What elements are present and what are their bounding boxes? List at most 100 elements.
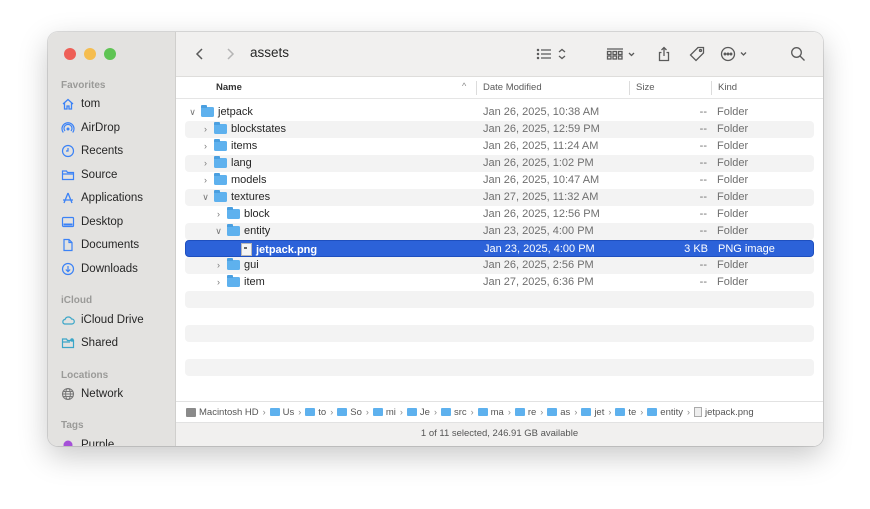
- path-segment[interactable]: re: [514, 406, 537, 418]
- column-size[interactable]: Size: [636, 82, 654, 93]
- sidebar-item-label: iCloud Drive: [81, 314, 144, 326]
- maximize-button[interactable]: [104, 48, 116, 60]
- sidebar-item-label: Shared: [81, 337, 119, 349]
- file-size: --: [699, 174, 707, 186]
- file-row[interactable]: › gui Jan 26, 2025, 2:56 PM -- Folder: [185, 257, 814, 274]
- path-segment[interactable]: as: [547, 407, 570, 418]
- sidebar-item-source[interactable]: Source: [61, 165, 117, 185]
- disclosure-collapsed-icon[interactable]: ›: [201, 124, 210, 134]
- file-kind: Folder: [717, 276, 749, 288]
- file-kind: Folder: [717, 208, 749, 220]
- file-row[interactable]: › lang Jan 26, 2025, 1:02 PM -- Folder: [185, 155, 814, 172]
- document-icon: [61, 238, 75, 252]
- disk-icon: [186, 407, 196, 417]
- forward-button[interactable]: [220, 44, 240, 64]
- traffic-lights: [64, 48, 116, 60]
- sidebar-item-label: AirDrop: [81, 122, 120, 134]
- sidebar-item-airdrop[interactable]: AirDrop: [61, 118, 120, 138]
- desktop-icon: [61, 215, 75, 229]
- file-row[interactable]: ∨ textures Jan 27, 2025, 11:32 AM -- Folder: [185, 189, 814, 206]
- sidebar-item-label: Desktop: [81, 216, 124, 228]
- path-segment-label: te: [628, 406, 637, 418]
- search-button[interactable]: [788, 44, 808, 64]
- sidebar-item-desktop[interactable]: Desktop: [61, 212, 123, 232]
- path-segment[interactable]: mi: [372, 407, 396, 418]
- path-segment[interactable]: te: [615, 407, 636, 418]
- path-segment[interactable]: ma: [477, 407, 504, 418]
- path-segment[interactable]: So: [337, 407, 362, 418]
- path-segment[interactable]: jetpack.png: [694, 407, 754, 418]
- file-row[interactable]: ∨ entity Jan 23, 2025, 4:00 PM -- Folder: [185, 223, 814, 240]
- disclosure-expanded-icon[interactable]: ∨: [214, 226, 223, 237]
- column-kind[interactable]: Kind: [718, 82, 737, 93]
- disclosure-expanded-icon[interactable]: ∨: [201, 192, 210, 203]
- column-date-modified[interactable]: Date Modified: [483, 82, 542, 93]
- disclosure-collapsed-icon[interactable]: ›: [214, 277, 223, 287]
- folder-icon: [201, 105, 214, 117]
- view-options-button[interactable]: [536, 44, 570, 64]
- list-view-icon: [536, 48, 566, 60]
- disclosure-collapsed-icon[interactable]: ›: [201, 175, 210, 185]
- sidebar-item-recents[interactable]: Recents: [61, 141, 123, 161]
- path-segment[interactable]: entity: [647, 407, 683, 418]
- globe-icon: [61, 387, 75, 401]
- sidebar-item-downloads[interactable]: Downloads: [61, 259, 138, 279]
- more-actions-button[interactable]: [720, 44, 754, 64]
- file-row[interactable]: › items Jan 26, 2025, 11:24 AM -- Folder: [185, 138, 814, 155]
- path-segment-label: entity: [660, 406, 684, 418]
- file-row[interactable]: › block Jan 26, 2025, 12:56 PM -- Folder: [185, 206, 814, 223]
- sidebar-item-documents[interactable]: Documents: [61, 235, 139, 255]
- file-size: --: [699, 276, 707, 288]
- path-separator-icon: ›: [574, 407, 578, 417]
- path-separator-icon: ›: [298, 407, 302, 417]
- sidebar-item-network[interactable]: Network: [61, 384, 123, 404]
- disclosure-collapsed-icon[interactable]: ›: [201, 158, 210, 168]
- disclosure-expanded-icon[interactable]: ∨: [188, 107, 197, 118]
- column-divider[interactable]: [476, 81, 477, 95]
- column-header: Name ^ Date Modified Size Kind: [176, 77, 823, 99]
- tag-button[interactable]: [686, 44, 708, 64]
- file-kind: Folder: [717, 123, 749, 135]
- file-row[interactable]: › item Jan 27, 2025, 6:36 PM -- Folder: [185, 274, 814, 291]
- close-button[interactable]: [64, 48, 76, 60]
- file-row[interactable]: › models Jan 26, 2025, 10:47 AM -- Folder: [185, 172, 814, 189]
- path-segment[interactable]: to: [305, 407, 326, 418]
- folder-icon: [547, 408, 558, 416]
- window-title: assets: [250, 45, 290, 60]
- back-button[interactable]: [190, 44, 210, 64]
- disclosure-collapsed-icon[interactable]: ›: [214, 260, 223, 270]
- file-row[interactable]: ∨ jetpack Jan 26, 2025, 10:38 AM -- Folder: [185, 104, 814, 121]
- file-row[interactable]: jetpack.png Jan 23, 2025, 4:00 PM 3 KB PNG …: [185, 240, 814, 257]
- column-divider[interactable]: [629, 81, 630, 95]
- column-divider[interactable]: [711, 81, 712, 95]
- path-segment[interactable]: jet: [581, 407, 604, 418]
- sidebar-section-icloud: iCloud: [61, 295, 93, 306]
- disclosure-collapsed-icon[interactable]: ›: [214, 209, 223, 219]
- group-button[interactable]: [606, 44, 640, 64]
- share-button[interactable]: [654, 44, 674, 64]
- column-name[interactable]: Name: [216, 82, 242, 93]
- path-segment[interactable]: src: [440, 407, 467, 418]
- empty-row: [185, 342, 814, 359]
- sidebar-section-tags: Tags: [61, 420, 84, 431]
- path-segment[interactable]: Macintosh HD: [186, 407, 259, 418]
- sidebar-item-icloud-drive[interactable]: iCloud Drive: [61, 310, 144, 330]
- folder-icon: [647, 408, 658, 416]
- minimize-button[interactable]: [84, 48, 96, 60]
- file-name: gui: [244, 259, 259, 271]
- file-kind: Folder: [717, 225, 749, 237]
- sidebar-item-tom[interactable]: tom: [61, 94, 100, 114]
- empty-row: [185, 325, 814, 342]
- sidebar-item-label: Network: [81, 388, 124, 400]
- empty-row: [185, 376, 814, 393]
- path-segment[interactable]: Je: [406, 407, 430, 418]
- sidebar-item-shared[interactable]: Shared: [61, 333, 118, 353]
- path-segment-label: re: [527, 406, 537, 418]
- back-icon: [195, 48, 203, 60]
- disclosure-collapsed-icon[interactable]: ›: [201, 141, 210, 151]
- path-segment[interactable]: Us: [269, 407, 294, 418]
- file-row[interactable]: › blockstates Jan 26, 2025, 12:59 PM -- Fold…: [185, 121, 814, 138]
- file-size: 3 KB: [684, 243, 708, 255]
- sidebar-item-tag-purple[interactable]: Purple: [61, 435, 114, 446]
- sidebar-item-applications[interactable]: Applications: [61, 188, 143, 208]
